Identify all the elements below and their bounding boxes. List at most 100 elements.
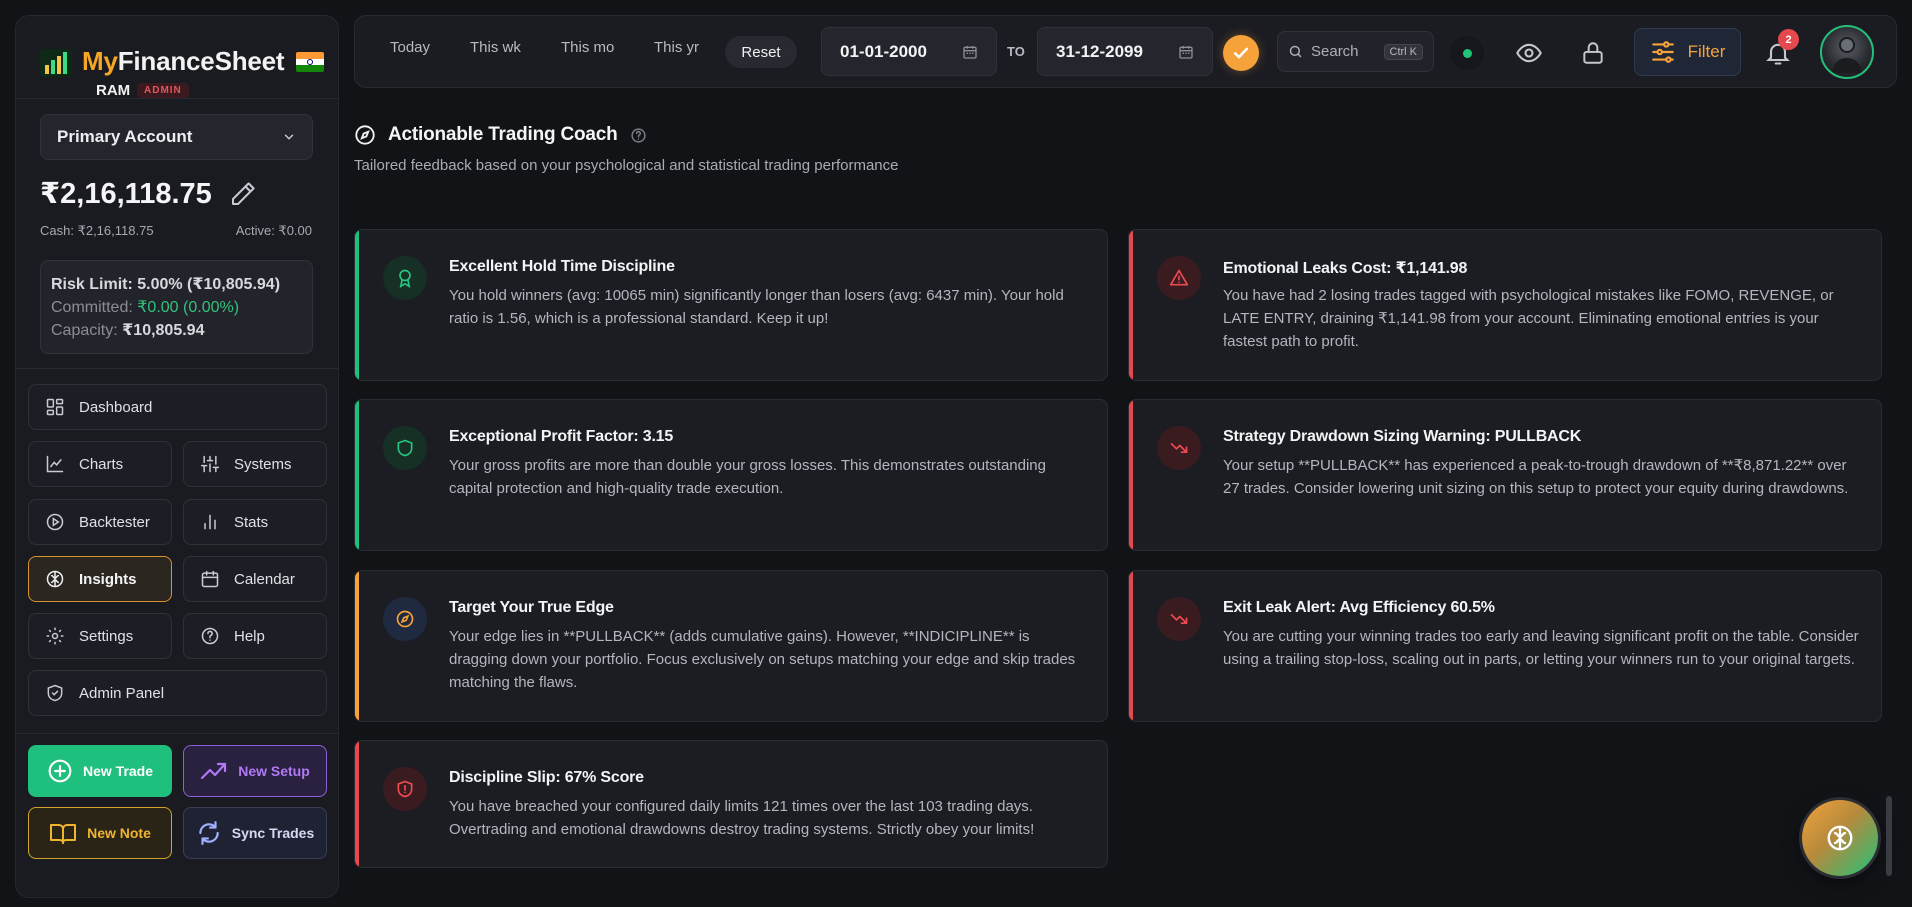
nav-dashboard[interactable]: Dashboard	[28, 384, 327, 430]
brand-name: MyFinanceSheet	[82, 46, 285, 77]
nav-calendar[interactable]: Calendar	[183, 556, 327, 602]
nav-insights[interactable]: Insights	[28, 556, 172, 602]
capacity-row: Capacity: ₹10,805.94	[51, 319, 302, 342]
brand-name-part2: FinanceSheet	[117, 46, 285, 76]
filter-button[interactable]: Filter	[1634, 28, 1741, 76]
trending-down-icon	[1157, 426, 1201, 470]
notifications-button[interactable]: 2	[1761, 29, 1799, 70]
date-to-value: 31-12-2099	[1056, 41, 1143, 61]
compass-icon	[383, 597, 427, 641]
card-title: Exit Leak Alert: Avg Efficiency 60.5%	[1223, 599, 1495, 616]
search-shortcut: Ctrl K	[1383, 43, 1423, 60]
divider	[16, 733, 338, 734]
sync-trades-label: Sync Trades	[231, 825, 315, 841]
range-this-year[interactable]: This yr	[654, 39, 699, 56]
user-avatar-icon	[1832, 37, 1862, 73]
search-input[interactable]: Search Ctrl K	[1277, 31, 1434, 72]
date-from-input[interactable]: 01-01-2000	[821, 27, 997, 76]
calendar-icon[interactable]	[1178, 44, 1194, 60]
card-accent	[355, 741, 359, 867]
nav-dashboard-label: Dashboard	[79, 398, 153, 416]
account-select[interactable]: Primary Account	[40, 114, 313, 160]
notification-count-badge: 2	[1778, 29, 1799, 50]
card-title: Target Your True Edge	[449, 599, 614, 616]
filter-sliders-icon	[1651, 41, 1674, 63]
reset-button[interactable]: Reset	[725, 36, 797, 68]
nav-charts[interactable]: Charts	[28, 441, 172, 487]
role-badge: ADMIN	[137, 83, 189, 98]
trending-up-icon	[201, 762, 227, 780]
new-trade-button[interactable]: New Trade	[28, 745, 172, 797]
help-circle-icon	[201, 627, 219, 645]
search-placeholder: Search	[1311, 43, 1359, 60]
nav-settings-label: Settings	[79, 627, 134, 645]
shield-alert-icon	[383, 767, 427, 811]
card-body: Your edge lies in **PULLBACK** (adds cum…	[449, 628, 1076, 691]
app-root: MyFinanceSheet RAM ADMIN Primary Account…	[0, 0, 1912, 907]
lock-icon	[1583, 42, 1603, 64]
card-title: Emotional Leaks Cost: ₹1,141.98	[1223, 260, 1468, 277]
insight-card: Excellent Hold Time Discipline You hold …	[354, 229, 1108, 381]
sliders-icon	[200, 455, 220, 473]
sidebar: MyFinanceSheet RAM ADMIN Primary Account…	[15, 15, 339, 898]
card-accent	[355, 230, 359, 380]
card-accent	[355, 571, 359, 721]
brand-name-part1: My	[82, 46, 118, 76]
insight-card: Discipline Slip: 67% Score You have brea…	[354, 740, 1108, 868]
page-title: Actionable Trading Coach	[388, 124, 618, 145]
new-setup-button[interactable]: New Setup	[183, 745, 327, 797]
risk-summary: Risk Limit: 5.00% (₹10,805.94) Committed…	[40, 260, 313, 354]
dashboard-grid-icon	[46, 398, 64, 416]
nav-charts-label: Charts	[79, 455, 124, 473]
insight-card: Exit Leak Alert: Avg Efficiency 60.5% Yo…	[1128, 570, 1882, 722]
active-value: Active: ₹0.00	[235, 223, 312, 238]
calendar-icon[interactable]	[962, 44, 978, 60]
nav-systems[interactable]: Systems	[183, 441, 327, 487]
capacity-value: ₹10,805.94	[122, 322, 205, 339]
book-open-icon	[50, 824, 77, 844]
nav-help[interactable]: Help	[183, 613, 327, 659]
nav-help-label: Help	[234, 627, 265, 645]
range-this-month[interactable]: This mo	[561, 39, 614, 56]
india-flag-icon	[296, 52, 324, 72]
card-body: You hold winners (avg: 10065 min) signif…	[449, 287, 1064, 327]
sync-trades-button[interactable]: Sync Trades	[183, 807, 327, 859]
scrollbar-thumb[interactable]	[1886, 796, 1892, 876]
range-this-week[interactable]: This wk	[470, 39, 521, 56]
balance-row: ₹2,16,118.75	[40, 176, 258, 211]
filter-label: Filter	[1687, 42, 1726, 61]
help-circle-icon[interactable]	[630, 127, 647, 144]
card-body: You have had 2 losing trades tagged with…	[1223, 287, 1834, 350]
card-accent	[1129, 400, 1133, 550]
capacity-label: Capacity:	[51, 322, 118, 339]
card-title: Excellent Hold Time Discipline	[449, 258, 675, 275]
nav-backtester-label: Backtester	[79, 513, 150, 531]
search-icon	[1289, 45, 1302, 58]
avatar[interactable]	[1820, 25, 1874, 79]
insight-card: Emotional Leaks Cost: ₹1,141.98 You have…	[1128, 229, 1882, 381]
new-setup-label: New Setup	[238, 763, 310, 779]
date-to-input[interactable]: 31-12-2099	[1037, 27, 1213, 76]
brand[interactable]: MyFinanceSheet RAM ADMIN	[40, 32, 330, 102]
nav-admin-panel[interactable]: Admin Panel	[28, 670, 327, 716]
ai-coach-fab[interactable]	[1802, 800, 1878, 876]
divider	[16, 368, 338, 369]
cash-line: Cash: ₹2,16,118.75 Active: ₹0.00	[40, 223, 312, 239]
lock-button[interactable]	[1576, 36, 1610, 70]
nav-stats[interactable]: Stats	[183, 499, 327, 545]
range-today[interactable]: Today	[390, 39, 430, 56]
award-icon	[383, 256, 427, 300]
new-note-button[interactable]: New Note	[28, 807, 172, 859]
status-dot	[1462, 48, 1472, 58]
logo-icon	[40, 49, 72, 77]
eye-icon	[1516, 43, 1542, 63]
privacy-toggle-button[interactable]	[1512, 36, 1546, 70]
nav-settings[interactable]: Settings	[28, 613, 172, 659]
card-body: Your gross profits are more than double …	[449, 457, 1046, 497]
edit-pencil-icon[interactable]	[228, 179, 258, 209]
apply-date-range-button[interactable]	[1223, 35, 1259, 71]
play-circle-icon	[46, 513, 64, 531]
calendar-icon	[201, 570, 219, 588]
brain-icon	[1827, 825, 1853, 851]
nav-backtester[interactable]: Backtester	[28, 499, 172, 545]
